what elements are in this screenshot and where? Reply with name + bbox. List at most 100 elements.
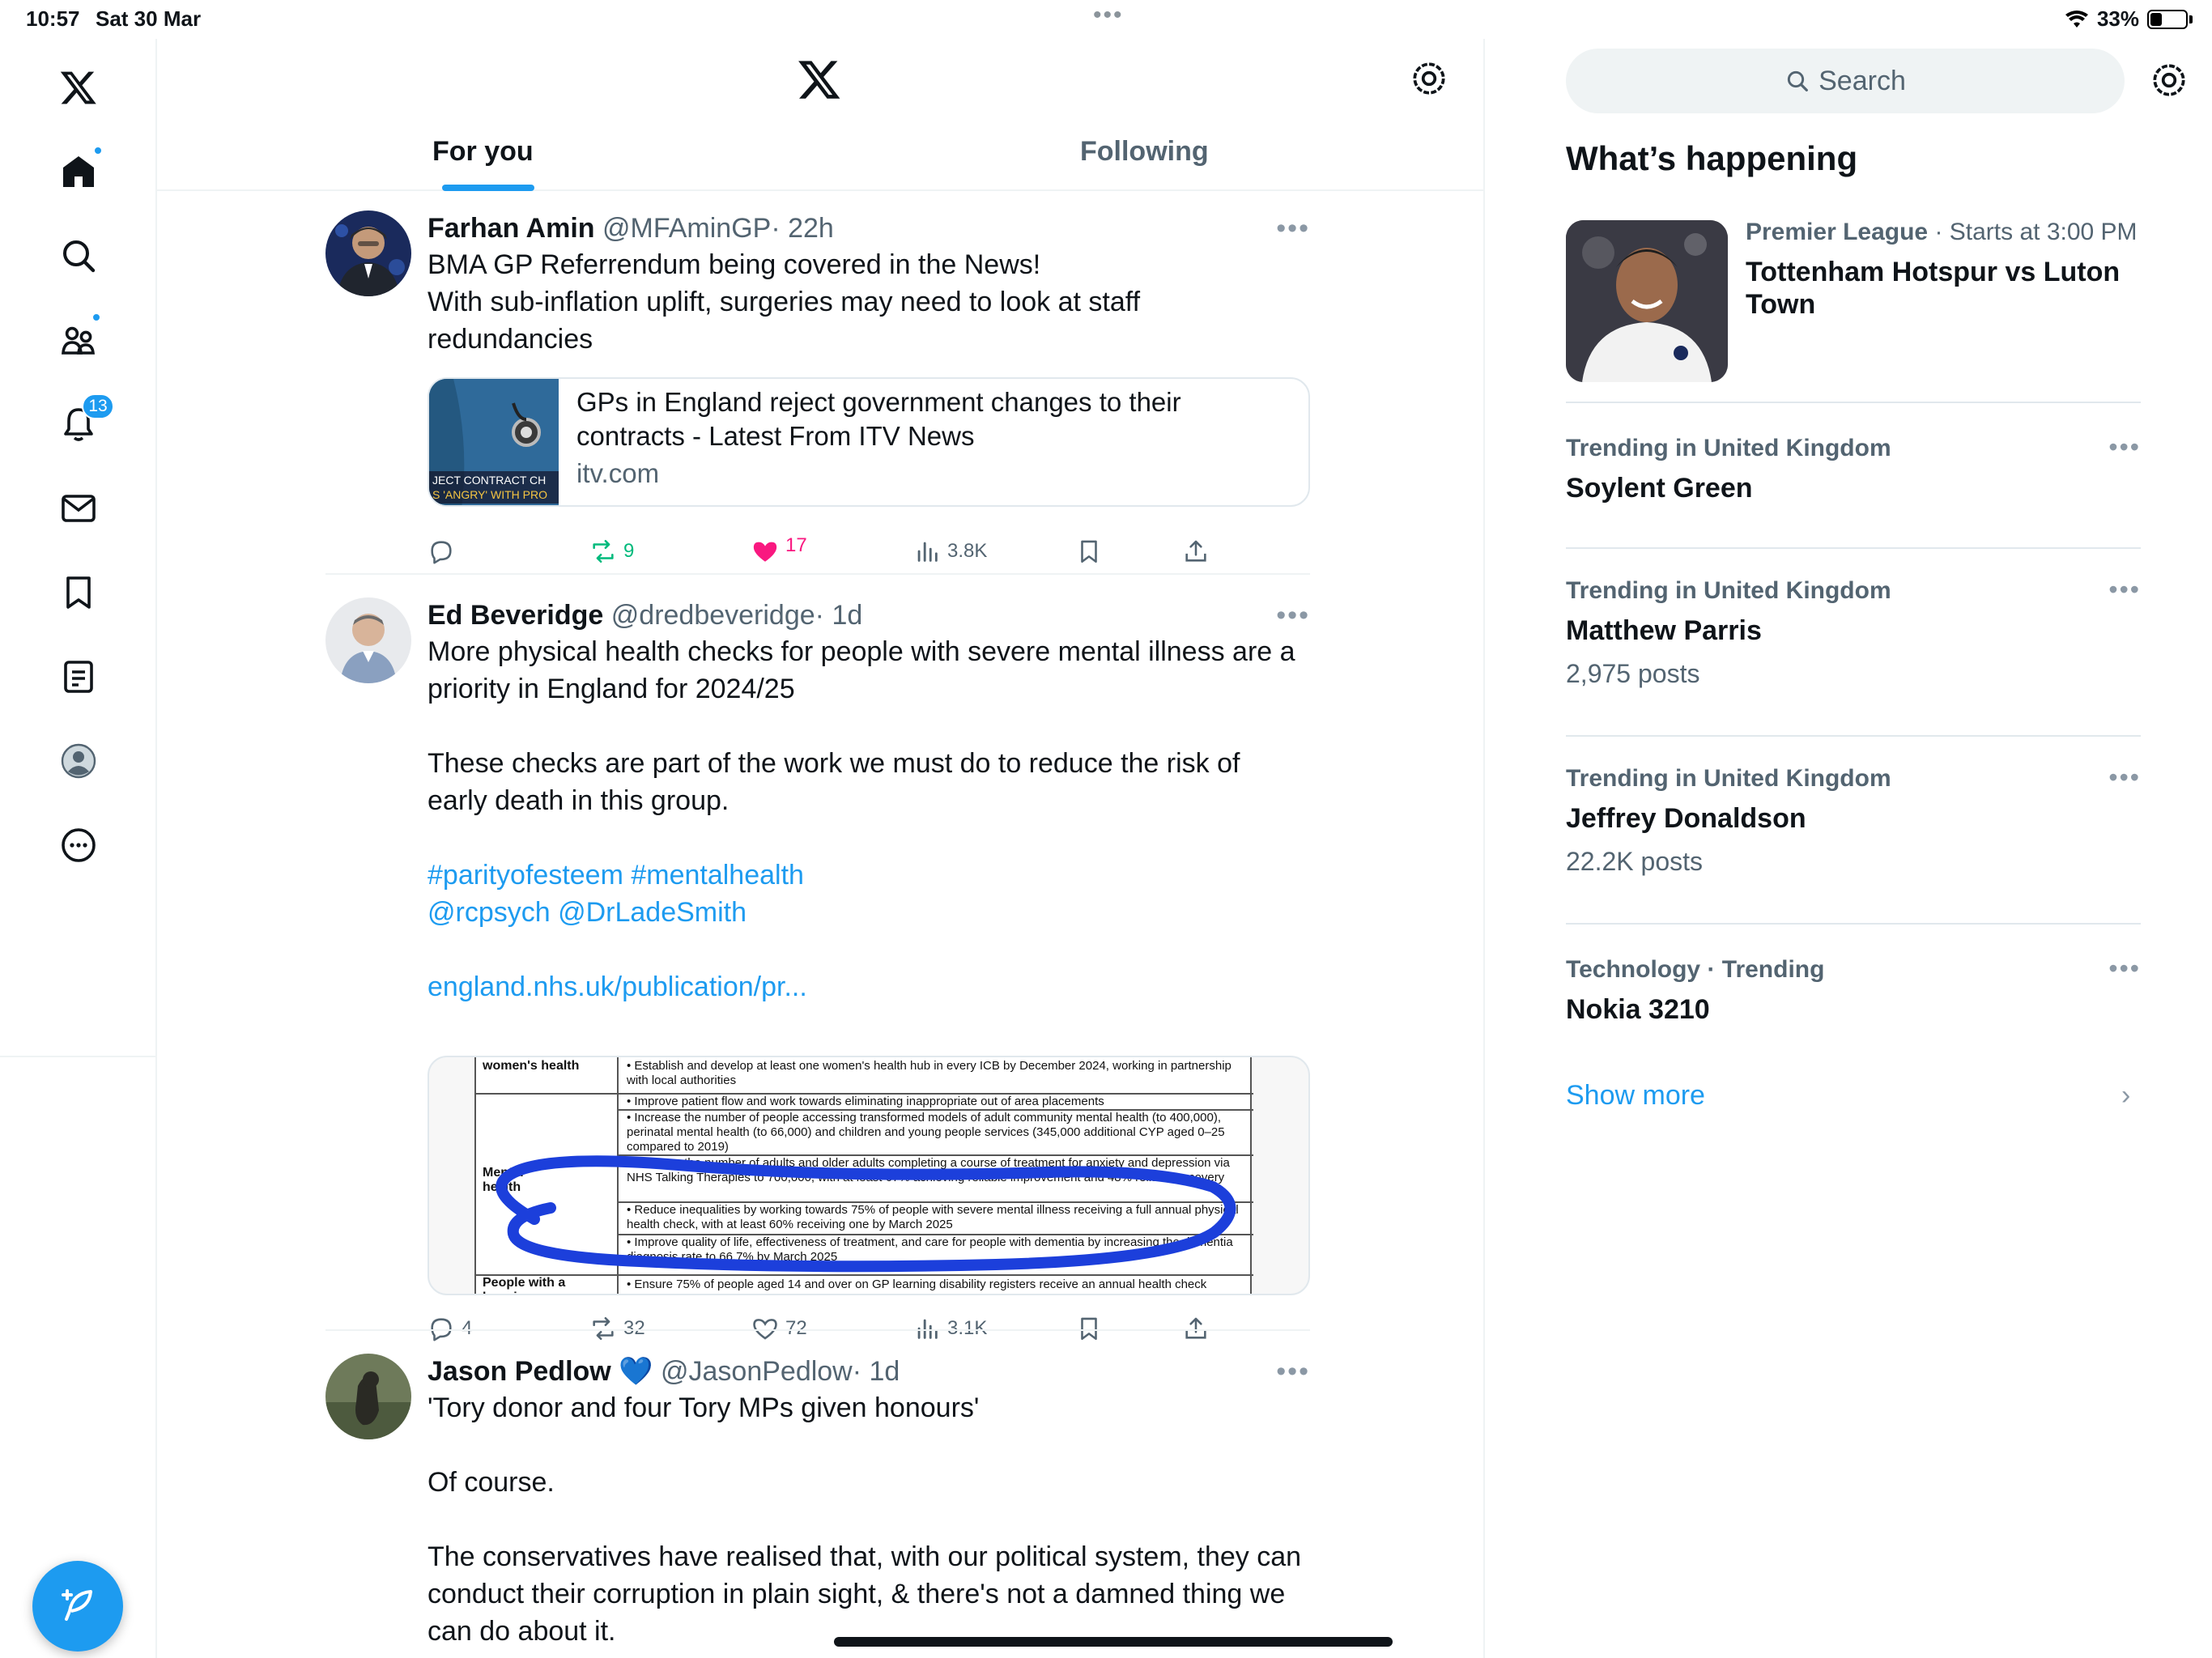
- x-logo-icon[interactable]: [46, 55, 111, 120]
- home-indicator[interactable]: [834, 1637, 1393, 1647]
- trend-item[interactable]: Trending in United Kingdom Matthew Parri…: [1566, 575, 2141, 693]
- compose-button[interactable]: [32, 1561, 123, 1652]
- card-title: GPs in England reject government changes…: [576, 385, 1297, 453]
- tweet-more-icon[interactable]: •••: [1276, 1354, 1310, 1389]
- show-more-link[interactable]: Show more: [1566, 1080, 1705, 1112]
- nav-lists[interactable]: [46, 644, 111, 709]
- trend-more-icon[interactable]: •••: [2108, 432, 2141, 462]
- timeline-header: For you Following: [157, 39, 1483, 191]
- link-card[interactable]: JECT CONTRACT CH S 'ANGRY' WITH PRO GPs …: [428, 377, 1310, 507]
- multitasking-dots-icon[interactable]: •••: [1093, 2, 1124, 29]
- author-handle[interactable]: @MFAminGP: [602, 213, 771, 244]
- nav-divider: [0, 1056, 155, 1057]
- event-time: · Starts at 3:00 PM: [1934, 219, 2138, 245]
- profile-avatar-icon: [61, 743, 96, 779]
- communities-icon: [62, 326, 95, 355]
- avatar[interactable]: [325, 597, 411, 683]
- reply-button[interactable]: [428, 538, 462, 565]
- author-name[interactable]: Ed Beveridge: [428, 600, 603, 631]
- blue-heart-emoji: 💙: [619, 1356, 653, 1387]
- tweet-text: BMA GP Referrendum being covered in the …: [428, 246, 1310, 358]
- bookmark-icon: [1081, 540, 1097, 563]
- tweet-divider: [325, 1329, 1310, 1331]
- tweet-content: Jason Pedlow 💙 @JasonPedlow· 1d ••• 'Tor…: [428, 1354, 1310, 1650]
- trend-category: Technology · Trending: [1566, 956, 1825, 983]
- views-button[interactable]: 3.8K: [913, 538, 987, 565]
- gear-icon[interactable]: [1409, 58, 1449, 99]
- card-thumb-caption: JECT CONTRACT CH S 'ANGRY' WITH PRO: [429, 471, 559, 504]
- mentions[interactable]: @rcpsych @DrLadeSmith: [428, 894, 1310, 931]
- battery-fill: [2150, 12, 2162, 26]
- avatar[interactable]: [325, 1354, 411, 1439]
- trend-name: Nokia 3210: [1566, 994, 1710, 1025]
- trend-more-icon[interactable]: •••: [2108, 575, 2141, 605]
- tweet-line: conduct their corruption in plain sight,…: [428, 1579, 1286, 1609]
- nav-bookmarks[interactable]: [46, 560, 111, 625]
- compose-feather-icon: [62, 1589, 92, 1621]
- views-button[interactable]: 3.1K: [913, 1315, 987, 1342]
- nav-home[interactable]: [46, 139, 111, 204]
- tab-following[interactable]: Following: [1080, 136, 1209, 168]
- reply-icon: [431, 1318, 452, 1341]
- tweet-more-icon[interactable]: •••: [1276, 597, 1310, 633]
- trend-more-icon[interactable]: •••: [2108, 954, 2141, 984]
- nav-more[interactable]: [46, 813, 111, 878]
- like-button[interactable]: 17: [751, 534, 807, 565]
- tab-for-you[interactable]: For you: [432, 136, 534, 168]
- tweet-line: BMA GP Referrendum being covered in the …: [428, 249, 1041, 280]
- trend-item[interactable]: Trending in United Kingdom Jeffrey Donal…: [1566, 763, 2141, 881]
- nav-profile[interactable]: [46, 729, 111, 793]
- repost-button[interactable]: 32: [589, 1315, 645, 1342]
- like-button[interactable]: 72: [751, 1315, 807, 1342]
- avatar[interactable]: [325, 210, 411, 296]
- tweet-time: · 1d: [815, 600, 863, 631]
- share-button[interactable]: [1182, 538, 1210, 565]
- battery-percent: 33%: [2096, 6, 2139, 31]
- bookmark-button[interactable]: [1075, 1315, 1103, 1342]
- views-chart-icon: [917, 542, 938, 562]
- x-logo-icon[interactable]: [797, 57, 842, 102]
- sidebar-divider: [1566, 923, 2141, 925]
- tweet-line: The conservatives have realised that, wi…: [428, 1541, 1302, 1572]
- tweet-header: Ed Beveridge @dredbeveridge· 1d •••: [428, 597, 1310, 633]
- bookmark-button[interactable]: [1075, 538, 1103, 565]
- thumb-caption-line: S 'ANGRY' WITH PRO: [432, 488, 547, 501]
- trend-more-icon[interactable]: •••: [2108, 763, 2141, 793]
- event-image[interactable]: [1566, 220, 1728, 382]
- author-handle[interactable]: @dredbeveridge: [611, 600, 815, 631]
- nav-messages[interactable]: [46, 476, 111, 541]
- home-unread-dot: [93, 146, 103, 155]
- nav-notifications[interactable]: 13: [46, 392, 114, 457]
- search-input[interactable]: Search: [1566, 49, 2125, 113]
- tweet-divider: [325, 573, 1310, 575]
- event-title[interactable]: Tottenham Hotspur vs Luton Town: [1746, 256, 2134, 321]
- reply-button[interactable]: 4: [428, 1315, 472, 1342]
- trend-post-count: 2,975 posts: [1566, 659, 1700, 688]
- tweet-url[interactable]: england.nhs.uk/publication/pr...: [428, 968, 1310, 1005]
- repost-count: 9: [623, 540, 635, 562]
- share-button[interactable]: [1182, 1315, 1210, 1342]
- status-right: 33%: [2065, 6, 2193, 32]
- tweet-line: With sub-inflation uplift, surgeries may…: [428, 287, 1141, 317]
- thumb-caption-line: JECT CONTRACT CH: [432, 474, 547, 487]
- chevron-right-icon[interactable]: ›: [2121, 1080, 2130, 1112]
- repost-button[interactable]: 9: [589, 538, 634, 565]
- heart-icon: [753, 1319, 777, 1340]
- author-handle[interactable]: @JasonPedlow: [661, 1356, 853, 1387]
- tweet-image-document[interactable]: women's health Mental health People with…: [428, 1056, 1310, 1295]
- gear-icon[interactable]: [2149, 60, 2189, 100]
- trend-item[interactable]: Trending in United Kingdom Soylent Green…: [1566, 432, 2141, 508]
- nav-explore[interactable]: [46, 223, 111, 288]
- nav-communities[interactable]: [46, 308, 111, 372]
- hashtags[interactable]: #parityofesteem #mentalhealth: [428, 857, 1310, 894]
- repost-icon: [593, 539, 614, 563]
- tweet-line: early death in this group.: [428, 785, 730, 816]
- card-thumbnail: JECT CONTRACT CH S 'ANGRY' WITH PRO: [429, 379, 559, 505]
- trend-item[interactable]: Technology · Trending Nokia 3210 •••: [1566, 954, 2141, 1030]
- author-name[interactable]: Jason Pedlow: [428, 1356, 611, 1387]
- tweet-more-icon[interactable]: •••: [1276, 210, 1310, 246]
- author-name[interactable]: Farhan Amin: [428, 213, 595, 244]
- trend-name: Soylent Green: [1566, 473, 1753, 504]
